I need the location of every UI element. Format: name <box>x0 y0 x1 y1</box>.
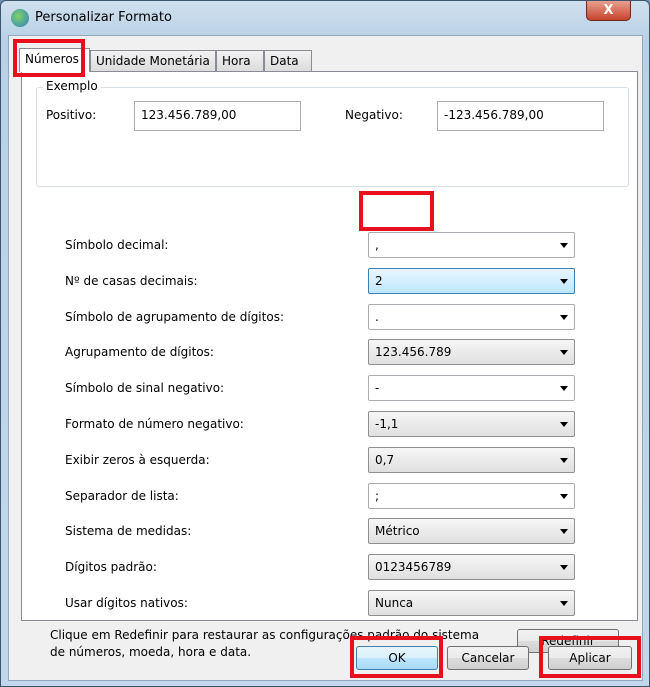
positive-example-field: 123.456.789,00 <box>134 101 301 131</box>
setting-label: Símbolo decimal: <box>65 238 169 252</box>
negative-example-field: -123.456.789,00 <box>437 101 604 131</box>
cancel-button[interactable]: Cancelar <box>447 646 529 670</box>
setting-combobox[interactable]: , <box>368 232 575 258</box>
setting-combobox[interactable]: ; <box>368 482 575 509</box>
setting-combobox[interactable]: 0123456789 <box>368 554 575 581</box>
dropdown-arrow-icon[interactable] <box>560 350 568 356</box>
tab-hora[interactable]: Hora <box>216 50 264 71</box>
setting-label: Formato de número negativo: <box>65 417 244 431</box>
example-group: Exemplo Positivo: 123.456.789,00 Negativ… <box>36 79 629 187</box>
dialog-client: Números Unidade Monetária Hora Data Exem… <box>8 35 643 681</box>
setting-value: . <box>375 309 379 324</box>
setting-label: Dígitos padrão: <box>65 560 157 575</box>
setting-combobox[interactable]: 2 <box>368 267 575 294</box>
setting-label: Agrupamento de dígitos: <box>65 345 214 360</box>
setting-value: ; <box>375 488 380 503</box>
setting-label: Símbolo de sinal negativo: <box>65 381 225 396</box>
negative-label: Negativo: <box>345 108 403 122</box>
setting-label: Sistema de medidas: <box>65 524 192 539</box>
setting-value: 0,7 <box>375 452 395 467</box>
setting-combobox[interactable]: Métrico <box>368 518 575 545</box>
ok-button[interactable]: OK <box>356 646 438 670</box>
setting-combobox[interactable]: 123.456.789 <box>368 339 575 366</box>
close-button[interactable]: X <box>586 1 631 21</box>
setting-value: Nunca <box>375 596 414 610</box>
dropdown-arrow-icon[interactable] <box>560 565 568 571</box>
setting-label: Separador de lista: <box>65 488 179 503</box>
dropdown-arrow-icon[interactable] <box>560 278 568 284</box>
setting-combobox[interactable]: . <box>368 303 575 330</box>
dropdown-arrow-icon[interactable] <box>560 314 568 320</box>
window-title: Personalizar Formato <box>35 10 172 25</box>
info-text-line1: Clique em Redefinir para restaurar as co… <box>50 628 480 642</box>
setting-combobox[interactable]: 0,7 <box>368 446 575 473</box>
setting-value: 0123456789 <box>375 560 452 575</box>
setting-combobox[interactable]: Nunca <box>368 590 575 616</box>
dropdown-arrow-icon[interactable] <box>560 457 568 463</box>
dropdown-arrow-icon[interactable] <box>560 601 568 606</box>
setting-value: 123.456.789 <box>375 345 452 360</box>
setting-combobox[interactable]: - <box>368 375 575 402</box>
tab-unidade-monetaria[interactable]: Unidade Monetária <box>90 50 216 71</box>
setting-value: -1,1 <box>375 417 399 431</box>
apply-button[interactable]: Aplicar <box>548 646 632 670</box>
tab-panel: Exemplo Positivo: 123.456.789,00 Negativ… <box>21 71 638 659</box>
dropdown-arrow-icon[interactable] <box>560 386 568 392</box>
setting-label: Símbolo de agrupamento de dígitos: <box>65 309 284 324</box>
setting-combobox[interactable]: -1,1 <box>368 411 575 437</box>
dropdown-arrow-icon[interactable] <box>560 243 568 248</box>
setting-value: , <box>375 238 379 252</box>
setting-value: - <box>375 381 380 396</box>
globe-icon <box>11 9 29 27</box>
setting-label: Nº de casas decimais: <box>65 273 198 288</box>
dropdown-arrow-icon[interactable] <box>560 422 568 427</box>
dialog-window: Personalizar Formato X Números Unidade M… <box>0 0 650 687</box>
setting-label: Usar dígitos nativos: <box>65 596 188 610</box>
setting-value: Métrico <box>375 524 420 539</box>
setting-label: Exibir zeros à esquerda: <box>65 452 210 467</box>
tab-data[interactable]: Data <box>264 50 312 71</box>
example-group-label: Exemplo <box>43 79 101 93</box>
setting-value: 2 <box>375 273 383 288</box>
tab-numeros[interactable]: Números <box>19 48 90 72</box>
dropdown-arrow-icon[interactable] <box>560 529 568 535</box>
positive-label: Positivo: <box>46 108 97 122</box>
dropdown-arrow-icon[interactable] <box>560 493 568 499</box>
